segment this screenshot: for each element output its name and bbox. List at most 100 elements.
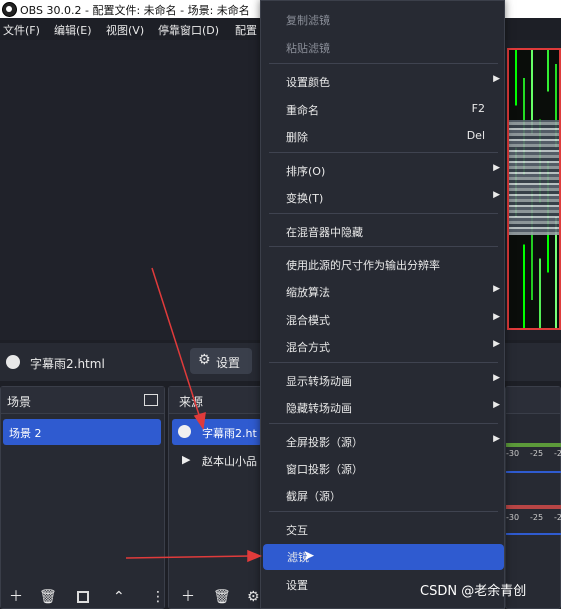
menu-item-interact[interactable]: 交互 [262, 517, 505, 541]
menu-view[interactable]: 视图(V) [106, 22, 144, 38]
up-icon[interactable]: ⌃ [113, 588, 125, 606]
scenes-dock: 场景 场景 2 ＋ 🗑 ⌃ ⋮ [0, 386, 165, 609]
menu-item-label: 交互 [286, 524, 308, 537]
menu-item-label: 全屏投影（源） [286, 436, 363, 449]
menu-item-label: 混合方式 [286, 341, 330, 354]
meter-tick: -30 [506, 449, 520, 458]
gear-icon[interactable]: ⚙ [247, 588, 260, 606]
scenes-dock-header: 场景 [1, 387, 164, 414]
menu-item-scale-filtering[interactable]: 缩放算法 ▶ [262, 279, 505, 303]
submenu-arrow-icon: ▶ [493, 339, 500, 349]
submenu-arrow-icon: ▶ [493, 163, 500, 173]
sources-dock: 来源 字幕雨2.ht ▶ 赵本山小品 ＋ 🗑 ⚙ [168, 386, 263, 609]
menu-separator [269, 362, 498, 363]
menu-item-hide-transition[interactable]: 隐藏转场动画 ▶ [262, 395, 505, 419]
menu-item-label: 重命名 [286, 104, 319, 117]
scenes-dock-footer: ＋ 🗑 ⌃ ⋮ [1, 586, 165, 608]
scenes-dock-title: 场景 [7, 395, 32, 409]
source-item-label: 字幕雨2.ht [202, 427, 257, 440]
menu-item-set-color[interactable]: 设置颜色 ▶ [262, 69, 505, 93]
menu-item-blend-mode[interactable]: 混合模式 ▶ [262, 307, 505, 331]
menu-item-windowed-projector[interactable]: 窗口投影（源） [262, 456, 505, 480]
menu-item-label: 排序(O) [286, 165, 326, 178]
menu-separator [269, 423, 498, 424]
menu-item-label: 设置 [286, 579, 308, 592]
trash-icon[interactable]: 🗑 [213, 588, 231, 606]
meter-tick: -25 [530, 513, 544, 522]
context-menu: 复制滤镜 粘贴滤镜 设置颜色 ▶ 重命名 F2 删除 Del 排序(O) ▶ 变换(T)… [260, 0, 505, 609]
menu-item-label: 变换(T) [286, 192, 324, 205]
selected-source-name: 字幕雨2.html [30, 357, 105, 371]
sources-dock-title: 来源 [179, 395, 204, 409]
obs-logo-icon [2, 2, 17, 17]
menu-item-label: 混合模式 [286, 314, 330, 327]
more-icon[interactable]: ⋮ [151, 588, 165, 606]
window-title: OBS 30.0.2 - 配置文件: 未命名 - 场景: 未命名 [20, 4, 250, 17]
meter-tick: -2 [554, 449, 561, 458]
menu-item-transform[interactable]: 变换(T) ▶ [262, 185, 505, 209]
mouse-cursor-icon: ➤ [303, 548, 315, 564]
volume-meter [506, 505, 561, 509]
menu-item-hide-in-mixer[interactable]: 在混音器中隐藏 [262, 219, 505, 243]
menu-item-label: 窗口投影（源） [286, 463, 363, 476]
globe-icon [178, 425, 191, 438]
source-item[interactable]: 字幕雨2.ht [172, 419, 262, 445]
submenu-arrow-icon: ▶ [493, 434, 500, 444]
add-icon[interactable]: ＋ [9, 588, 23, 606]
menu-edit[interactable]: 编辑(E) [54, 22, 92, 38]
menu-item-filters[interactable]: 滤镜 ➤ [263, 544, 504, 570]
menu-item-label: 截屏（源） [286, 490, 341, 503]
submenu-arrow-icon: ▶ [493, 190, 500, 200]
menu-item-screenshot[interactable]: 截屏（源） [262, 483, 505, 507]
menu-item-resize-output[interactable]: 使用此源的尺寸作为输出分辨率 [262, 252, 505, 276]
popout-icon[interactable] [144, 394, 158, 406]
menu-item-label: 复制滤镜 [286, 14, 330, 27]
menu-item-paste-filters[interactable]: 粘贴滤镜 [262, 35, 505, 59]
menu-item-label: 粘贴滤镜 [286, 42, 330, 55]
volume-meter [506, 443, 561, 447]
source-item-label: 赵本山小品 [202, 455, 257, 468]
volume-slider[interactable] [506, 533, 561, 535]
scene-item[interactable]: 场景 2 [3, 419, 161, 445]
globe-icon [6, 355, 20, 369]
meter-tick: -25 [530, 449, 544, 458]
volume-slider[interactable] [506, 471, 561, 473]
menu-item-delete[interactable]: 删除 Del [262, 124, 505, 148]
menu-file[interactable]: 文件(F) [3, 22, 40, 38]
trash-icon[interactable]: 🗑 [39, 588, 57, 606]
menu-separator [269, 63, 498, 64]
menu-docks[interactable]: 停靠窗口(D) [158, 22, 219, 38]
meter-tick: -30 [506, 513, 520, 522]
menu-item-label: 删除 [286, 131, 308, 144]
audio-mixer-dock: -30 -25 -2 -30 -25 -2 [505, 386, 561, 609]
menu-item-label: 使用此源的尺寸作为输出分辨率 [286, 259, 440, 272]
submenu-arrow-icon: ▶ [493, 373, 500, 383]
submenu-arrow-icon: ▶ [493, 74, 500, 84]
add-icon[interactable]: ＋ [181, 588, 195, 606]
sources-dock-header: 来源 [169, 387, 262, 414]
menu-item-rename[interactable]: 重命名 F2 [262, 97, 505, 121]
menu-item-label: 在混音器中隐藏 [286, 226, 363, 239]
play-icon: ▶ [182, 453, 191, 466]
menu-item-order[interactable]: 排序(O) ▶ [262, 158, 505, 182]
menu-profile[interactable]: 配置 [235, 22, 257, 38]
watermark: CSDN @老余青创 [420, 584, 527, 599]
filter-icon[interactable] [77, 591, 89, 603]
scene-item-label: 场景 2 [9, 427, 42, 440]
meter-tick: -2 [554, 513, 561, 522]
submenu-arrow-icon: ▶ [493, 284, 500, 294]
sources-dock-footer: ＋ 🗑 ⚙ [169, 586, 262, 608]
menu-separator [269, 511, 498, 512]
menu-item-label: 设置颜色 [286, 76, 330, 89]
menu-item-show-transition[interactable]: 显示转场动画 ▶ [262, 368, 505, 392]
menu-item-fullscreen-projector[interactable]: 全屏投影（源） ▶ [262, 429, 505, 453]
menu-separator [269, 246, 498, 247]
menu-item-label: 显示转场动画 [286, 375, 352, 388]
menu-item-label: 隐藏转场动画 [286, 402, 352, 415]
menu-item-copy-filters[interactable]: 复制滤镜 [262, 7, 505, 31]
source-item[interactable]: ▶ 赵本山小品 [172, 449, 262, 471]
preview-canvas[interactable] [507, 48, 561, 330]
menu-separator [269, 213, 498, 214]
source-settings-button[interactable]: ⚙ 设置 [190, 348, 252, 374]
menu-item-blend-method[interactable]: 混合方式 ▶ [262, 334, 505, 358]
